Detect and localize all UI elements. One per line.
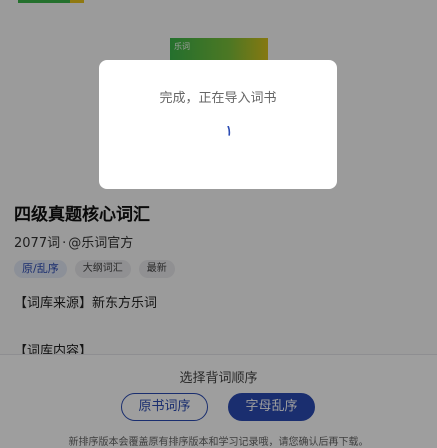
dialog-message: 完成，正在导入词书 xyxy=(159,91,277,106)
import-progress-dialog: 完成，正在导入词书 xyxy=(99,60,337,189)
loading-spinner-icon xyxy=(227,126,231,136)
